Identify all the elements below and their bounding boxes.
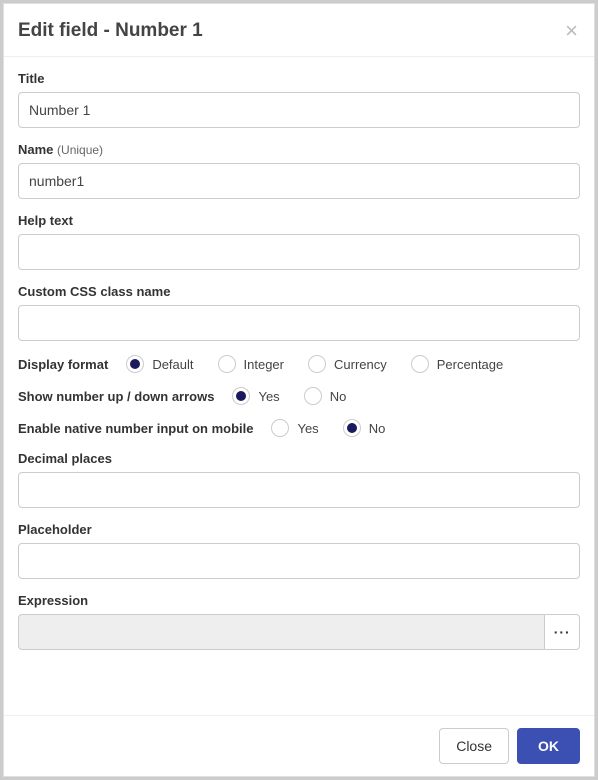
- help-input[interactable]: [18, 234, 580, 270]
- expression-input[interactable]: [18, 614, 544, 650]
- close-icon[interactable]: ×: [563, 20, 580, 42]
- arrows-options: Yes No: [232, 387, 370, 405]
- field-display-format: Display format Default Integer Currency Per…: [18, 355, 580, 373]
- radio-icon: [304, 387, 322, 405]
- radio-label: No: [369, 421, 386, 436]
- radio-icon: [271, 419, 289, 437]
- field-name: Name (Unique): [18, 142, 580, 199]
- display-format-option-integer[interactable]: Integer: [218, 355, 284, 373]
- expression-edit-button[interactable]: ···: [544, 614, 580, 650]
- radio-label: Integer: [244, 357, 284, 372]
- radio-icon: [232, 387, 250, 405]
- name-sublabel: (Unique): [57, 143, 103, 157]
- title-label: Title: [18, 71, 580, 86]
- radio-label: Yes: [258, 389, 279, 404]
- modal-body: Title Name (Unique) Help text Custom CSS…: [4, 57, 594, 715]
- field-decimal: Decimal places: [18, 451, 580, 508]
- radio-label: Percentage: [437, 357, 504, 372]
- radio-label: Default: [152, 357, 193, 372]
- close-button[interactable]: Close: [439, 728, 509, 764]
- display-format-option-percentage[interactable]: Percentage: [411, 355, 504, 373]
- arrows-option-yes[interactable]: Yes: [232, 387, 279, 405]
- decimal-label: Decimal places: [18, 451, 580, 466]
- field-arrows: Show number up / down arrows Yes No: [18, 387, 580, 405]
- radio-label: No: [330, 389, 347, 404]
- field-css-class: Custom CSS class name: [18, 284, 580, 341]
- field-expression: Expression ···: [18, 593, 580, 650]
- field-native: Enable native number input on mobile Yes…: [18, 419, 580, 437]
- display-format-option-default[interactable]: Default: [126, 355, 193, 373]
- placeholder-label: Placeholder: [18, 522, 580, 537]
- radio-icon: [411, 355, 429, 373]
- help-label: Help text: [18, 213, 580, 228]
- native-options: Yes No: [271, 419, 409, 437]
- native-label: Enable native number input on mobile: [18, 421, 253, 436]
- edit-field-modal: Edit field - Number 1 × Title Name (Uniq…: [3, 3, 595, 777]
- field-placeholder: Placeholder: [18, 522, 580, 579]
- name-input[interactable]: [18, 163, 580, 199]
- modal-title: Edit field - Number 1: [18, 20, 203, 42]
- radio-label: Yes: [297, 421, 318, 436]
- display-format-options: Default Integer Currency Percentage: [126, 355, 527, 373]
- decimal-input[interactable]: [18, 472, 580, 508]
- native-option-no[interactable]: No: [343, 419, 386, 437]
- radio-label: Currency: [334, 357, 387, 372]
- radio-icon: [343, 419, 361, 437]
- name-label-text: Name: [18, 142, 57, 157]
- expression-label: Expression: [18, 593, 580, 608]
- css-input[interactable]: [18, 305, 580, 341]
- title-input[interactable]: [18, 92, 580, 128]
- radio-icon: [308, 355, 326, 373]
- placeholder-input[interactable]: [18, 543, 580, 579]
- ok-button[interactable]: OK: [517, 728, 580, 764]
- native-option-yes[interactable]: Yes: [271, 419, 318, 437]
- arrows-label: Show number up / down arrows: [18, 389, 214, 404]
- name-label: Name (Unique): [18, 142, 580, 157]
- display-format-label: Display format: [18, 357, 108, 372]
- css-label: Custom CSS class name: [18, 284, 580, 299]
- field-title: Title: [18, 71, 580, 128]
- radio-icon: [218, 355, 236, 373]
- field-help-text: Help text: [18, 213, 580, 270]
- modal-header: Edit field - Number 1 ×: [4, 4, 594, 57]
- arrows-option-no[interactable]: No: [304, 387, 347, 405]
- modal-footer: Close OK: [4, 715, 594, 776]
- display-format-option-currency[interactable]: Currency: [308, 355, 387, 373]
- radio-icon: [126, 355, 144, 373]
